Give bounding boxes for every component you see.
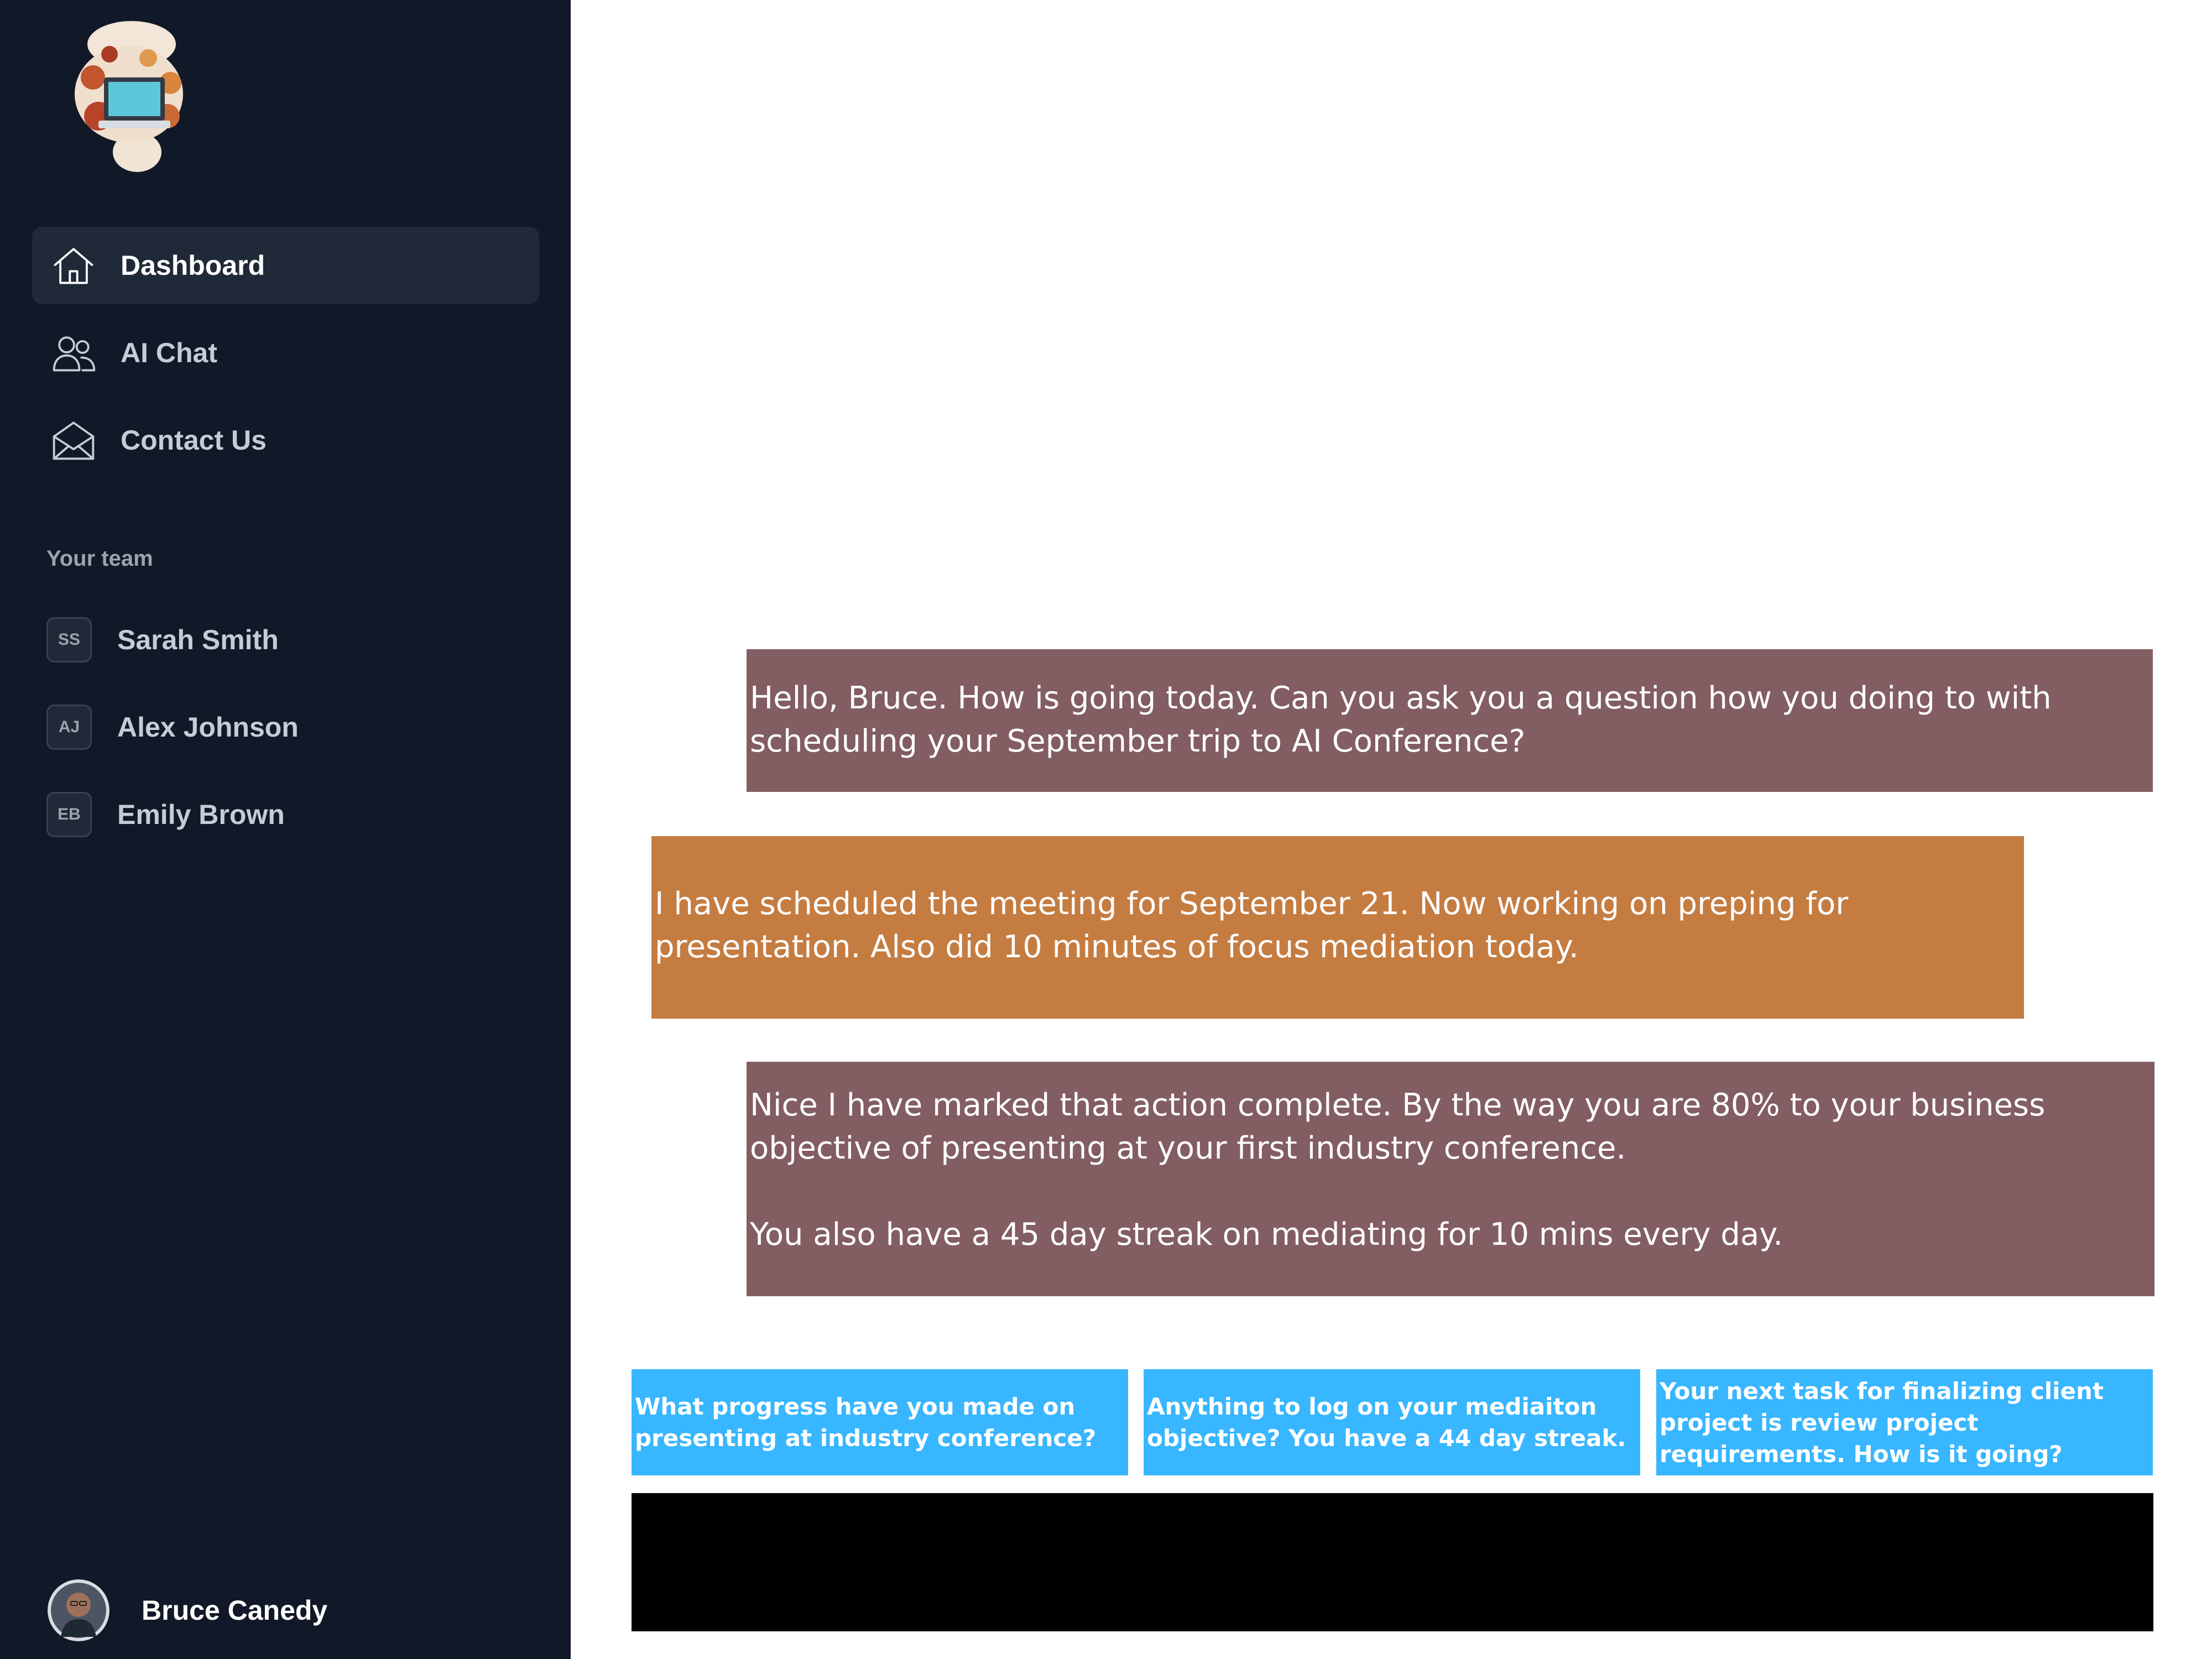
suggestion-chip[interactable]: Your next task for finalizing client pro… — [1656, 1369, 2153, 1475]
nav-item-ai-chat[interactable]: AI Chat — [32, 314, 539, 392]
suggestion-text: What progress have you made on presentin… — [635, 1393, 1097, 1452]
sidebar: Dashboard AI Chat Contact Us Your team S… — [0, 0, 571, 1659]
user-name: Bruce Canedy — [142, 1595, 328, 1626]
user-message: I have scheduled the meeting for Septemb… — [651, 836, 2024, 1019]
nav-item-label: Contact Us — [121, 425, 267, 456]
nav-item-label: Dashboard — [121, 250, 265, 281]
user-profile[interactable]: Bruce Canedy — [48, 1577, 327, 1644]
team-member-name: Emily Brown — [117, 799, 285, 830]
app-root: Dashboard AI Chat Contact Us Your team S… — [0, 0, 2212, 1659]
nav-item-contact-us[interactable]: Contact Us — [32, 401, 539, 479]
team-member-initials: SS — [46, 617, 92, 662]
team-member-initials: EB — [46, 792, 92, 837]
suggestion-text: Anything to log on your mediaiton object… — [1147, 1393, 1626, 1452]
team-member-alex-johnson[interactable]: AJ Alex Johnson — [46, 702, 299, 752]
assistant-message: Hello, Bruce. How is going today. Can yo… — [747, 649, 2153, 792]
team-member-emily-brown[interactable]: EB Emily Brown — [46, 790, 285, 839]
app-logo — [65, 11, 192, 177]
users-icon — [49, 328, 98, 378]
suggestion-chip[interactable]: What progress have you made on presentin… — [632, 1369, 1128, 1475]
envelope-open-icon — [49, 415, 98, 465]
team-section-heading: Your team — [46, 546, 153, 571]
home-icon — [49, 241, 98, 290]
team-member-name: Alex Johnson — [117, 712, 299, 743]
team-member-initials: AJ — [46, 705, 92, 750]
assistant-message: Nice I have marked that action complete.… — [747, 1062, 2154, 1296]
message-input[interactable] — [632, 1493, 2153, 1631]
suggestion-text: Your next task for finalizing client pro… — [1660, 1377, 2104, 1468]
team-member-sarah-smith[interactable]: SS Sarah Smith — [46, 615, 279, 665]
team-member-name: Sarah Smith — [117, 624, 279, 655]
suggestion-chip[interactable]: Anything to log on your mediaiton object… — [1144, 1369, 1640, 1475]
avatar — [48, 1579, 109, 1641]
nav-item-dashboard[interactable]: Dashboard — [32, 227, 539, 304]
nav-item-label: AI Chat — [121, 337, 217, 368]
